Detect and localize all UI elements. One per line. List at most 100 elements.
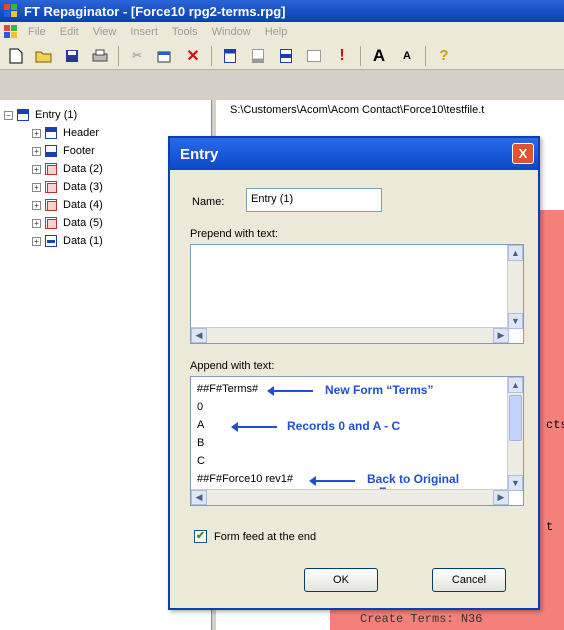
dialog-title: Entry (180, 145, 219, 163)
footer-icon (45, 145, 57, 157)
tree-item-label: Data (2) (63, 163, 103, 175)
data-icon[interactable] (276, 46, 296, 66)
append-label: Append with text: (190, 360, 275, 372)
menu-insert[interactable]: Insert (130, 26, 158, 38)
append-line: A (197, 419, 205, 431)
tree-item-label: Header (63, 127, 100, 139)
append-line: 0 (197, 401, 204, 413)
toolbar-separator (118, 45, 119, 66)
name-input[interactable]: Entry (1) (246, 188, 382, 212)
tree-item-label: Data (5) (63, 217, 103, 229)
toolbar: ✂ ✕ ! A A ? (0, 42, 564, 70)
menu-window[interactable]: Window (212, 26, 251, 38)
cancel-label: Cancel (451, 574, 487, 586)
expand-icon[interactable]: + (32, 128, 41, 138)
exclamation-icon[interactable]: ! (332, 46, 352, 66)
close-button[interactable]: X (512, 143, 534, 164)
tree-item-root[interactable]: − Entry (1) (4, 106, 211, 124)
cut-icon[interactable]: ✂ (127, 46, 147, 66)
annotation-new-form: New Form “Terms” (325, 383, 434, 397)
append-line: B (197, 437, 205, 449)
append-line: ##F#Terms# (197, 383, 259, 395)
menu-help[interactable]: Help (265, 26, 288, 38)
header-icon[interactable] (220, 46, 240, 66)
expand-icon[interactable]: + (32, 146, 41, 156)
data-blue-icon (45, 235, 57, 247)
expand-icon[interactable]: + (32, 164, 41, 174)
scroll-left-icon[interactable]: ◀ (191, 490, 207, 505)
document-text: Create Terms: N36 (360, 612, 483, 626)
annotation-arrow-icon (267, 386, 313, 396)
window-title: FT Repaginator - [Force10 rpg2-terms.rpg… (24, 3, 286, 19)
scroll-right-icon[interactable]: ▶ (493, 490, 509, 505)
tree-item-label: Data (3) (63, 181, 103, 193)
prepend-textarea[interactable]: ▲ ▼ ◀ ▶ (190, 244, 524, 344)
append-line: ##F#Force10 rev1# (197, 473, 293, 485)
menu-bar: File Edit View Insert Tools Window Help (0, 22, 564, 42)
append-vertical-scrollbar[interactable]: ▲ ▼ (507, 377, 523, 491)
prepend-horizontal-scrollbar[interactable]: ◀ ▶ (191, 327, 509, 343)
scroll-thumb[interactable] (509, 395, 522, 441)
font-large-icon[interactable]: A (369, 46, 389, 66)
annotation-arrow-icon (309, 476, 355, 486)
prepend-label: Prepend with text: (190, 228, 279, 240)
print-icon[interactable] (90, 46, 110, 66)
form-feed-label: Form feed at the end (214, 531, 317, 543)
name-label: Name: (192, 196, 225, 208)
document-path: S:\Customers\Acom\Acom Contact\Force10\t… (216, 100, 564, 122)
footer-icon[interactable] (248, 46, 268, 66)
scroll-right-icon[interactable]: ▶ (493, 328, 509, 343)
expand-icon[interactable]: + (32, 200, 41, 210)
menu-edit[interactable]: Edit (60, 26, 79, 38)
expand-icon[interactable]: + (32, 182, 41, 192)
data-icon (45, 163, 57, 175)
entry-icon[interactable] (304, 46, 324, 66)
scroll-up-icon[interactable]: ▲ (508, 377, 523, 393)
entry-icon (17, 109, 29, 121)
save-icon[interactable] (62, 46, 82, 66)
open-icon[interactable] (34, 46, 54, 66)
collapse-icon[interactable]: − (4, 110, 13, 120)
document-text: cts (546, 418, 564, 432)
cancel-button[interactable]: Cancel (432, 568, 506, 592)
app-icon (4, 4, 18, 18)
app-title-bar: FT Repaginator - [Force10 rpg2-terms.rpg… (0, 0, 564, 22)
document-text: t (546, 520, 554, 534)
scroll-up-icon[interactable]: ▲ (508, 245, 523, 261)
append-textarea[interactable]: ##F#Terms# 0 A B C ##F#Force10 rev1# New… (190, 376, 524, 506)
tree-item-label: Footer (63, 145, 95, 157)
annotation-back-line1: Back to Original (367, 472, 460, 486)
append-line: C (197, 455, 205, 467)
expand-icon[interactable]: + (32, 218, 41, 228)
prepend-vertical-scrollbar[interactable]: ▲ ▼ (507, 245, 523, 329)
entry-dialog: Entry X Name: Entry (1) Prepend with tex… (168, 136, 540, 610)
app-menu-icon[interactable] (4, 25, 18, 39)
scroll-left-icon[interactable]: ◀ (191, 328, 207, 343)
toolbar-separator (425, 45, 426, 66)
toolbar-separator (360, 45, 361, 66)
close-icon: X (518, 146, 528, 161)
scroll-down-icon[interactable]: ▼ (508, 313, 523, 329)
ok-label: OK (333, 574, 349, 586)
menu-view[interactable]: View (93, 26, 117, 38)
form-feed-checkbox[interactable]: ✔ (194, 530, 207, 543)
tree-item-label: Data (1) (63, 235, 103, 247)
expand-icon[interactable]: + (32, 236, 41, 246)
help-icon[interactable]: ? (434, 46, 454, 66)
properties-icon[interactable] (155, 46, 175, 66)
annotation-arrow-icon (231, 422, 277, 432)
dialog-title-bar[interactable]: Entry X (170, 138, 538, 170)
tree-item-label: Data (4) (63, 199, 103, 211)
menu-tools[interactable]: Tools (172, 26, 198, 38)
annotation-records: Records 0 and A - C (287, 419, 401, 433)
font-small-icon[interactable]: A (397, 46, 417, 66)
menu-file[interactable]: File (28, 26, 46, 38)
new-icon[interactable] (6, 46, 26, 66)
append-horizontal-scrollbar[interactable]: ◀ ▶ (191, 489, 509, 505)
data-icon (45, 217, 57, 229)
delete-icon[interactable]: ✕ (183, 46, 203, 66)
ok-button[interactable]: OK (304, 568, 378, 592)
name-value: Entry (1) (251, 193, 294, 205)
scroll-down-icon[interactable]: ▼ (508, 475, 523, 491)
data-icon (45, 181, 57, 193)
